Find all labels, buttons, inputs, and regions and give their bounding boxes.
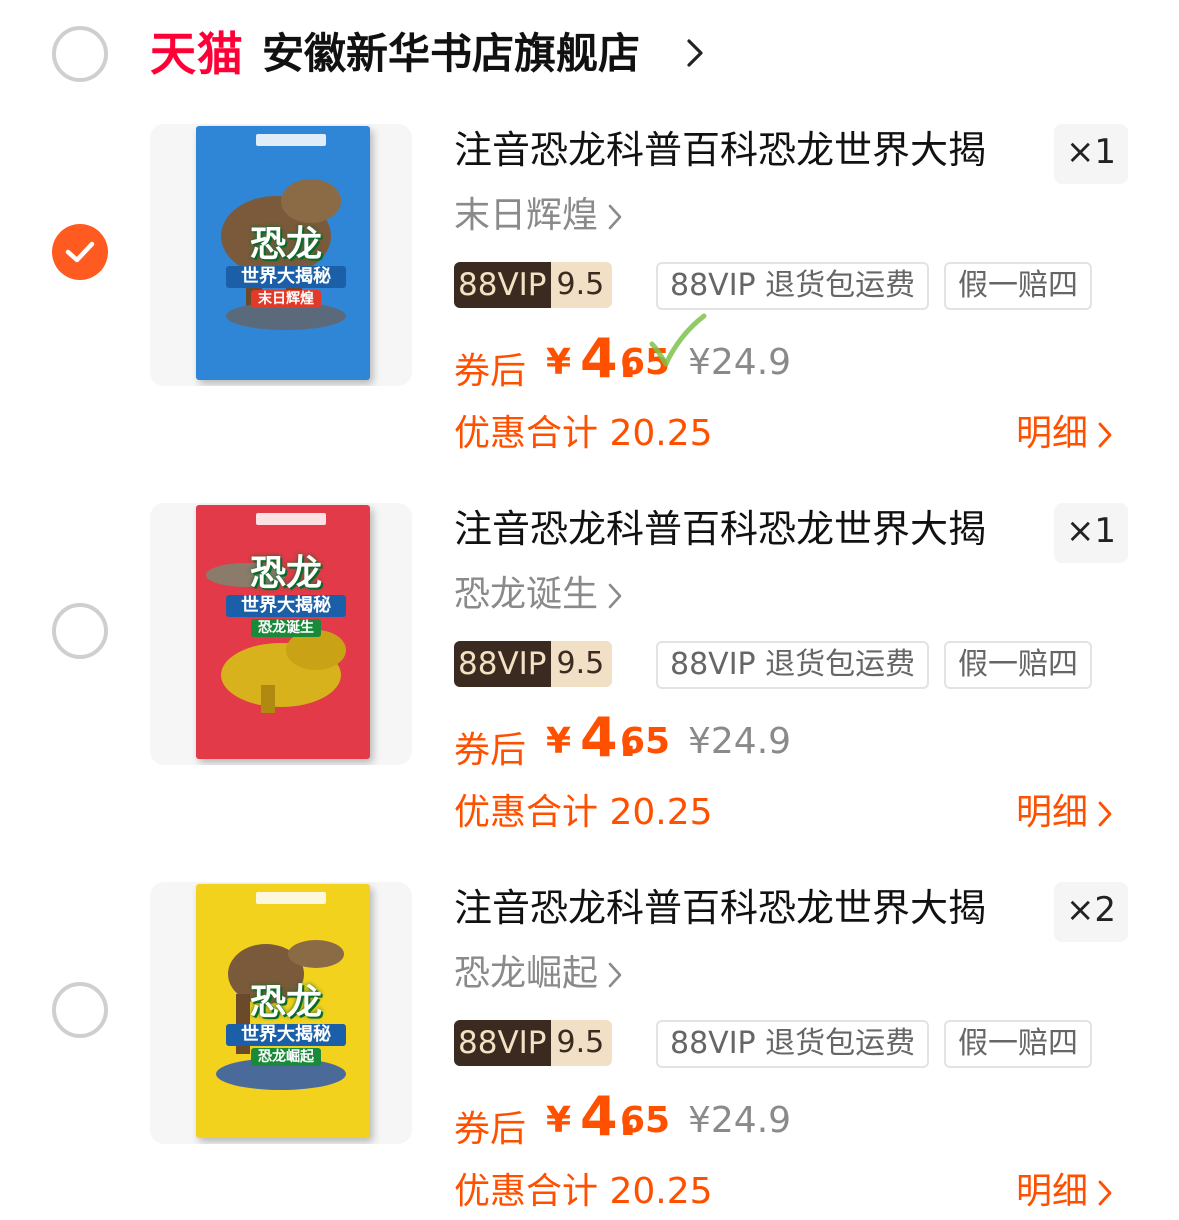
cover-volume: 恐龙诞生 bbox=[251, 619, 321, 637]
price-decimal: 65 bbox=[620, 721, 671, 762]
cart-item: 恐龙 世界大揭秘 恐龙诞生 注音恐龙科普百科恐龙世界大揭 ×1 恐龙诞生 88V… bbox=[0, 503, 1179, 883]
store-name-link[interactable]: 安徽新华书店旗舰店 bbox=[262, 24, 640, 84]
cover-title: 恐龙 bbox=[249, 982, 322, 1023]
chevron-right-icon bbox=[1098, 422, 1112, 448]
product-title[interactable]: 注音恐龙科普百科恐龙世界大揭 bbox=[454, 503, 986, 555]
variant-selector[interactable]: 末日辉煌 bbox=[454, 190, 622, 242]
discount-total: 优惠合计 20.25 bbox=[454, 792, 713, 833]
check-icon bbox=[65, 241, 95, 263]
discount-total: 优惠合计 20.25 bbox=[454, 413, 713, 454]
guarantee-tag: 假一赔四 bbox=[944, 641, 1092, 689]
item-select-checkbox[interactable] bbox=[52, 224, 108, 280]
cover-subtitle: 世界大揭秘 bbox=[226, 1024, 346, 1046]
vip-label: 88VIP bbox=[454, 641, 551, 687]
original-price: ¥24.9 bbox=[688, 1100, 792, 1141]
item-select-checkbox[interactable] bbox=[52, 982, 108, 1038]
variant-selector[interactable]: 恐龙崛起 bbox=[454, 948, 622, 1000]
tmall-logo: 天猫 bbox=[150, 27, 244, 81]
chevron-right-icon bbox=[608, 204, 622, 230]
return-shipping-tag: 88VIP 退货包运费 bbox=[656, 262, 930, 310]
variant-label: 末日辉煌 bbox=[454, 195, 599, 236]
item-select-checkbox[interactable] bbox=[52, 603, 108, 659]
detail-label: 明细 bbox=[1016, 413, 1089, 454]
variant-selector[interactable]: 恐龙诞生 bbox=[454, 569, 622, 621]
cover-subtitle: 世界大揭秘 bbox=[226, 266, 346, 288]
after-coupon-label: 券后 bbox=[454, 351, 527, 392]
vip-label: 88VIP bbox=[454, 262, 551, 308]
after-coupon-label: 券后 bbox=[454, 1109, 527, 1150]
product-thumbnail[interactable]: 恐龙 世界大揭秘 末日辉煌 bbox=[150, 124, 412, 386]
return-shipping-tag: 88VIP 退货包运费 bbox=[656, 1020, 930, 1068]
return-shipping-tag: 88VIP 退货包运费 bbox=[656, 641, 930, 689]
handwritten-check-icon bbox=[649, 313, 707, 367]
quantity-badge[interactable]: ×1 bbox=[1054, 124, 1128, 184]
discount-total: 优惠合计 20.25 bbox=[454, 1171, 713, 1212]
product-title[interactable]: 注音恐龙科普百科恐龙世界大揭 bbox=[454, 882, 986, 934]
cover-subtitle: 世界大揭秘 bbox=[226, 595, 346, 617]
price-decimal: 65 bbox=[620, 1100, 671, 1141]
cover-banner bbox=[256, 134, 326, 146]
cart-item: 恐龙 世界大揭秘 末日辉煌 注音恐龙科普百科恐龙世界大揭 ×1 末日辉煌 88V… bbox=[0, 124, 1179, 504]
vip-discount: 9.5折 bbox=[550, 1020, 613, 1066]
store-header: 天猫 安徽新华书店旗舰店 bbox=[0, 0, 1179, 110]
chevron-right-icon bbox=[1098, 801, 1112, 827]
cover-banner bbox=[256, 513, 326, 525]
detail-link[interactable]: 明细 bbox=[1016, 404, 1112, 456]
currency-symbol: ¥ bbox=[546, 1100, 572, 1141]
cover-title: 恐龙 bbox=[249, 224, 322, 265]
variant-label: 恐龙诞生 bbox=[454, 574, 599, 615]
product-title[interactable]: 注音恐龙科普百科恐龙世界大揭 bbox=[454, 124, 986, 176]
product-thumbnail[interactable]: 恐龙 世界大揭秘 恐龙崛起 bbox=[150, 882, 412, 1144]
cover-banner bbox=[256, 892, 326, 904]
guarantee-tag: 假一赔四 bbox=[944, 1020, 1092, 1068]
cover-title-block: 恐龙 世界大揭秘 恐龙崛起 bbox=[226, 984, 346, 1066]
chevron-right-icon bbox=[608, 583, 622, 609]
guarantee-tag: 假一赔四 bbox=[944, 262, 1092, 310]
currency-symbol: ¥ bbox=[546, 721, 572, 762]
quantity-badge[interactable]: ×1 bbox=[1054, 503, 1128, 563]
detail-label: 明细 bbox=[1016, 792, 1089, 833]
book-cover: 恐龙 世界大揭秘 末日辉煌 bbox=[196, 126, 370, 380]
store-select-checkbox[interactable] bbox=[52, 26, 108, 82]
chevron-right-icon bbox=[608, 962, 622, 988]
cart-item: 恐龙 世界大揭秘 恐龙崛起 注音恐龙科普百科恐龙世界大揭 ×2 恐龙崛起 88V… bbox=[0, 882, 1179, 1220]
cart-page: 天猫 安徽新华书店旗舰店 恐龙 世界大揭秘 末日辉煌 注音恐龙科普百科恐龙世界大… bbox=[0, 0, 1179, 1220]
quantity-badge[interactable]: ×2 bbox=[1054, 882, 1128, 942]
vip-discount: 9.5折 bbox=[550, 262, 613, 308]
detail-link[interactable]: 明细 bbox=[1016, 1162, 1112, 1214]
cover-volume: 末日辉煌 bbox=[251, 290, 321, 308]
vip-discount-badge: 88VIP 9.5折 bbox=[454, 262, 613, 308]
after-coupon-label: 券后 bbox=[454, 730, 527, 771]
chevron-right-icon bbox=[1098, 1180, 1112, 1206]
cover-volume: 恐龙崛起 bbox=[251, 1048, 321, 1066]
vip-discount: 9.5折 bbox=[550, 641, 613, 687]
vip-discount-badge: 88VIP 9.5折 bbox=[454, 641, 613, 687]
chevron-right-icon bbox=[687, 39, 703, 67]
vip-label: 88VIP bbox=[454, 1020, 551, 1066]
detail-label: 明细 bbox=[1016, 1171, 1089, 1212]
book-cover: 恐龙 世界大揭秘 恐龙诞生 bbox=[196, 505, 370, 759]
cover-title-block: 恐龙 世界大揭秘 末日辉煌 bbox=[226, 226, 346, 308]
vip-discount-badge: 88VIP 9.5折 bbox=[454, 1020, 613, 1066]
cover-title: 恐龙 bbox=[249, 553, 322, 594]
variant-label: 恐龙崛起 bbox=[454, 953, 599, 994]
original-price: ¥24.9 bbox=[688, 721, 792, 762]
currency-symbol: ¥ bbox=[546, 342, 572, 383]
book-cover: 恐龙 世界大揭秘 恐龙崛起 bbox=[196, 884, 370, 1138]
cover-title-block: 恐龙 世界大揭秘 恐龙诞生 bbox=[226, 555, 346, 637]
detail-link[interactable]: 明细 bbox=[1016, 783, 1112, 835]
product-thumbnail[interactable]: 恐龙 世界大揭秘 恐龙诞生 bbox=[150, 503, 412, 765]
